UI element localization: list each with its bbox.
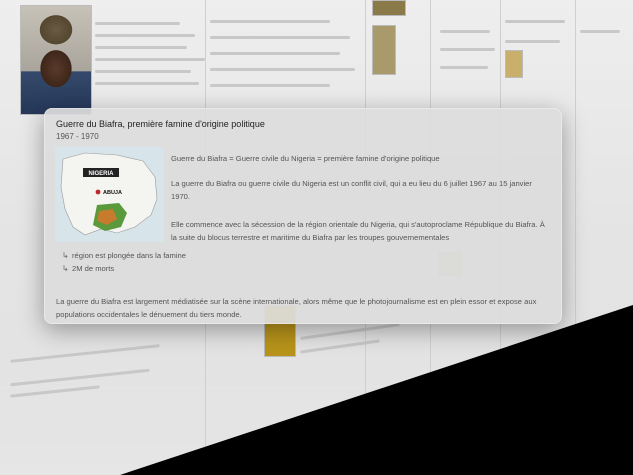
map-graphic: NIGERIA ABUJA xyxy=(55,147,164,242)
background-text-line xyxy=(210,52,340,55)
background-text-line xyxy=(210,36,350,39)
description-paragraph: Elle commence avec la sécession de la ré… xyxy=(171,220,545,242)
description-paragraph: La guerre du Biafra ou guerre civile du … xyxy=(171,179,532,201)
background-text-line xyxy=(580,30,620,33)
background-thumbnail[interactable] xyxy=(372,0,406,16)
timeline-column-divider xyxy=(575,0,576,350)
portrait-image[interactable] xyxy=(20,5,92,115)
consequence-text: 2M de morts xyxy=(72,264,115,273)
background-thumbnail[interactable] xyxy=(505,50,523,78)
consequence-list: ↳ région est plongée dans la famine ↳ 2M… xyxy=(62,249,186,275)
background-text-line xyxy=(210,68,355,71)
background-text-line xyxy=(95,70,191,73)
background-text-line xyxy=(95,46,187,49)
consequence-item: ↳ 2M de morts xyxy=(62,262,186,275)
red-dot-icon xyxy=(95,189,101,195)
background-text-line xyxy=(440,48,495,51)
nigeria-map-image[interactable]: NIGERIA ABUJA xyxy=(55,147,164,242)
background-text-line xyxy=(440,66,488,69)
event-footer-text: La guerre du Biafra est largement médiat… xyxy=(56,297,537,319)
background-text-line xyxy=(95,22,180,25)
return-arrow-icon: ↳ xyxy=(62,264,69,273)
background-text-line xyxy=(440,30,490,33)
return-arrow-icon: ↳ xyxy=(62,251,69,260)
event-dates: 1967 - 1970 xyxy=(56,132,99,141)
background-text-line xyxy=(95,58,205,61)
event-title: Guerre du Biafra, première famine d'orig… xyxy=(56,119,265,129)
background-text-line xyxy=(95,82,199,85)
background-text-line xyxy=(210,20,330,23)
background-thumbnail[interactable] xyxy=(372,25,396,75)
map-country-label: NIGERIA xyxy=(88,171,114,177)
event-detail-card[interactable]: Guerre du Biafra, première famine d'orig… xyxy=(44,108,562,324)
consequence-item: ↳ région est plongée dans la famine xyxy=(62,249,186,262)
consequence-text: région est plongée dans la famine xyxy=(72,251,186,260)
description-paragraph: Guerre du Biafra = Guerre civile du Nige… xyxy=(171,154,440,163)
map-city-label: ABUJA xyxy=(103,190,122,196)
background-text-line xyxy=(505,40,560,43)
background-text-line xyxy=(95,34,195,37)
background-text-line xyxy=(210,84,330,87)
background-text-line xyxy=(505,20,565,23)
